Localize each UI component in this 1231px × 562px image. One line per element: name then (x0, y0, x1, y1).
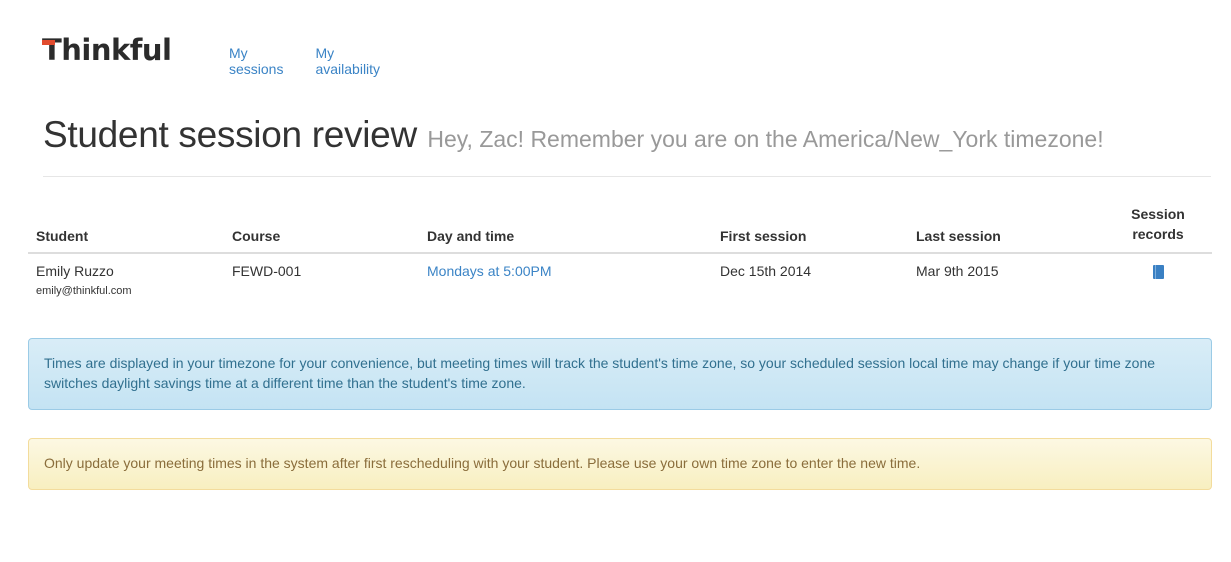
nav-link-my-availability[interactable]: My availability (315, 45, 380, 77)
column-header-student: Student (28, 204, 224, 254)
day-and-time-link[interactable]: Mondays at 5:00PM (427, 263, 552, 279)
column-header-first-session: First session (712, 204, 908, 254)
course-cell: FEWD-001 (232, 263, 302, 279)
table-header-row: Student Course Day and time First sessio… (28, 204, 1212, 254)
page-header: Student session review Hey, Zac! Remembe… (43, 114, 1211, 177)
column-header-course: Course (224, 204, 419, 254)
student-email: emily@thinkful.com (36, 285, 132, 297)
timezone-info-alert: Times are displayed in your timezone for… (28, 338, 1212, 410)
session-records-cell (1104, 253, 1212, 305)
nav-link-my-sessions[interactable]: My sessions (229, 45, 283, 77)
student-name: Emily Ruzzo (36, 263, 114, 279)
column-header-session-records: Session records (1104, 204, 1212, 254)
reschedule-warning-alert: Only update your meeting times in the sy… (28, 438, 1212, 490)
navbar: Thinkful My sessions My availability (42, 30, 380, 77)
brand-name: Thinkful (42, 32, 172, 67)
column-header-day-and-time: Day and time (419, 204, 712, 254)
table-row: Emily Ruzzo emily@thinkful.com FEWD-001 … (28, 253, 1212, 305)
logo-accent-mark (42, 39, 55, 45)
book-icon[interactable] (1152, 265, 1164, 279)
session-records-header-label: Session records (1131, 206, 1185, 242)
column-header-last-session: Last session (908, 204, 1104, 254)
student-cell: Emily Ruzzo emily@thinkful.com (28, 253, 224, 305)
page-subtitle: Hey, Zac! Remember you are on the Americ… (427, 126, 1104, 152)
day-and-time-cell: Mondays at 5:00PM (419, 253, 712, 305)
page-title: Student session review (43, 114, 417, 155)
last-session-cell: Mar 9th 2015 (916, 263, 999, 279)
first-session-cell: Dec 15th 2014 (720, 263, 812, 279)
thinkful-logo[interactable]: Thinkful (42, 32, 172, 67)
nav-links: My sessions My availability (229, 45, 380, 77)
sessions-table: Student Course Day and time First sessio… (28, 204, 1212, 305)
